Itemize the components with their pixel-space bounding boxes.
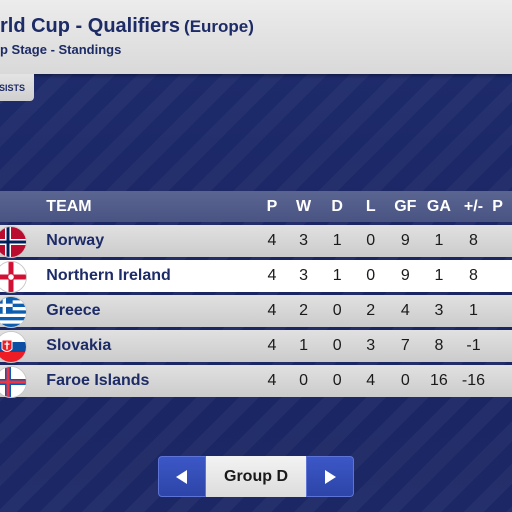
standings-table: TEAM P W D L GF GA +/- P Norway 4 3 1 0 xyxy=(0,191,512,398)
header-bar: rld Cup - Qualifiers (Europe) p Stage - S… xyxy=(0,0,512,74)
col-goals-for: GF xyxy=(394,197,417,215)
table-header: TEAM P W D L GF GA +/- P xyxy=(0,191,512,222)
slovakia-flag-icon xyxy=(0,331,27,363)
group-label: Group D xyxy=(206,456,306,497)
team-name: Slovakia xyxy=(46,337,112,354)
col-goal-difference: +/- xyxy=(463,197,484,215)
table-row[interactable]: Greece 4 2 0 2 4 3 1 xyxy=(0,295,512,328)
region-text: (Europe) xyxy=(184,17,254,36)
group-selector: Group D xyxy=(158,456,354,497)
greece-flag-icon xyxy=(0,296,27,328)
col-drawn: D xyxy=(331,197,343,215)
team-name: Norway xyxy=(46,232,105,249)
table-row[interactable]: Faroe Islands 4 0 0 4 0 16 -16 xyxy=(0,365,512,398)
team-name: Greece xyxy=(46,302,101,319)
col-played: P xyxy=(266,197,278,215)
col-lost: L xyxy=(365,197,376,215)
prev-group-button[interactable] xyxy=(158,456,206,497)
col-won: W xyxy=(295,197,312,215)
faroe-islands-flag-icon xyxy=(0,366,27,398)
norway-flag-icon xyxy=(0,226,27,258)
next-group-button[interactable] xyxy=(306,456,354,497)
table-row-selected[interactable]: Northern Ireland 4 3 1 0 9 1 8 xyxy=(0,260,512,293)
chevron-left-icon xyxy=(176,469,187,484)
tab-assists-label: SISTS xyxy=(0,82,25,93)
title-text: rld Cup - Qualifiers xyxy=(0,15,181,37)
team-name: Northern Ireland xyxy=(46,267,171,284)
tab-assists[interactable]: SISTS xyxy=(0,74,34,101)
col-goals-against: GA xyxy=(426,197,451,215)
table-row[interactable]: Slovakia 4 1 0 3 7 8 -1 xyxy=(0,330,512,363)
page-subtitle: p Stage - Standings xyxy=(0,42,122,57)
team-name: Faroe Islands xyxy=(46,372,150,389)
table-row[interactable]: Norway 4 3 1 0 9 1 8 xyxy=(0,225,512,258)
col-team: TEAM xyxy=(46,197,92,215)
col-points: P xyxy=(492,197,503,215)
chevron-right-icon xyxy=(325,469,336,484)
northern-ireland-flag-icon xyxy=(0,261,27,293)
page-title: rld Cup - Qualifiers (Europe) xyxy=(0,15,254,38)
